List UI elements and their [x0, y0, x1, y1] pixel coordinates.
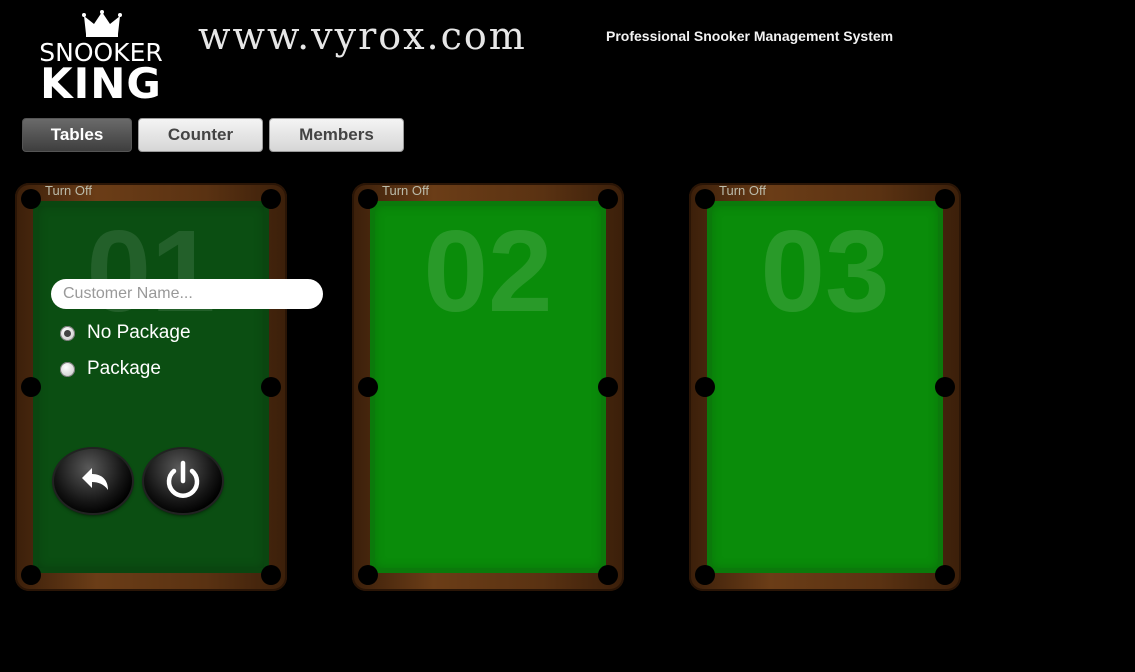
snooker-table-1[interactable]: Turn Off 01 [15, 183, 287, 591]
snooker-table-2[interactable]: Turn Off 02 [352, 183, 624, 591]
crown-icon [82, 10, 122, 37]
customer-name-input[interactable] [51, 279, 323, 309]
pocket [21, 565, 41, 585]
site-url: www.vyrox.com [198, 14, 527, 58]
tagline: Professional Snooker Management System [606, 28, 894, 44]
pocket [598, 565, 618, 585]
tab-tables[interactable]: Tables [22, 118, 132, 152]
pocket [358, 377, 378, 397]
pocket [695, 565, 715, 585]
pocket [358, 565, 378, 585]
pocket [695, 189, 715, 209]
tab-counter[interactable]: Counter [138, 118, 263, 152]
package-option[interactable]: Package [60, 358, 161, 380]
snooker-table-3[interactable]: Turn Off 03 [689, 183, 961, 591]
table-number: 03 [760, 206, 890, 336]
pocket [358, 189, 378, 209]
turn-off-link[interactable]: Turn Off [382, 183, 429, 198]
pocket [21, 189, 41, 209]
pocket [261, 377, 281, 397]
pocket [261, 189, 281, 209]
table-number: 01 [86, 206, 216, 336]
pocket [935, 565, 955, 585]
main-nav: Tables Counter Members [22, 118, 404, 152]
no-package-radio[interactable] [60, 325, 75, 341]
no-package-label: No Package [87, 322, 191, 343]
pocket [261, 565, 281, 585]
pocket [935, 377, 955, 397]
package-radio[interactable] [60, 361, 75, 377]
pocket [21, 377, 41, 397]
back-arrow-icon [82, 468, 108, 490]
power-icon [166, 460, 200, 498]
pocket [935, 189, 955, 209]
turn-off-link[interactable]: Turn Off [719, 183, 766, 198]
snooker-king-logo: SNOOKER KING [26, 10, 176, 106]
turn-off-link[interactable]: Turn Off [45, 183, 92, 198]
pocket [695, 377, 715, 397]
tab-members[interactable]: Members [269, 118, 404, 152]
pocket [598, 377, 618, 397]
app-page: SNOOKER KING www.vyrox.com Professional … [0, 0, 1135, 672]
power-button[interactable] [144, 449, 222, 513]
package-label: Package [87, 358, 161, 379]
logo-text-king: KING [40, 59, 162, 108]
back-button[interactable] [54, 449, 132, 513]
table-number: 02 [423, 206, 553, 336]
pocket [598, 189, 618, 209]
no-package-option[interactable]: No Package [60, 322, 191, 344]
